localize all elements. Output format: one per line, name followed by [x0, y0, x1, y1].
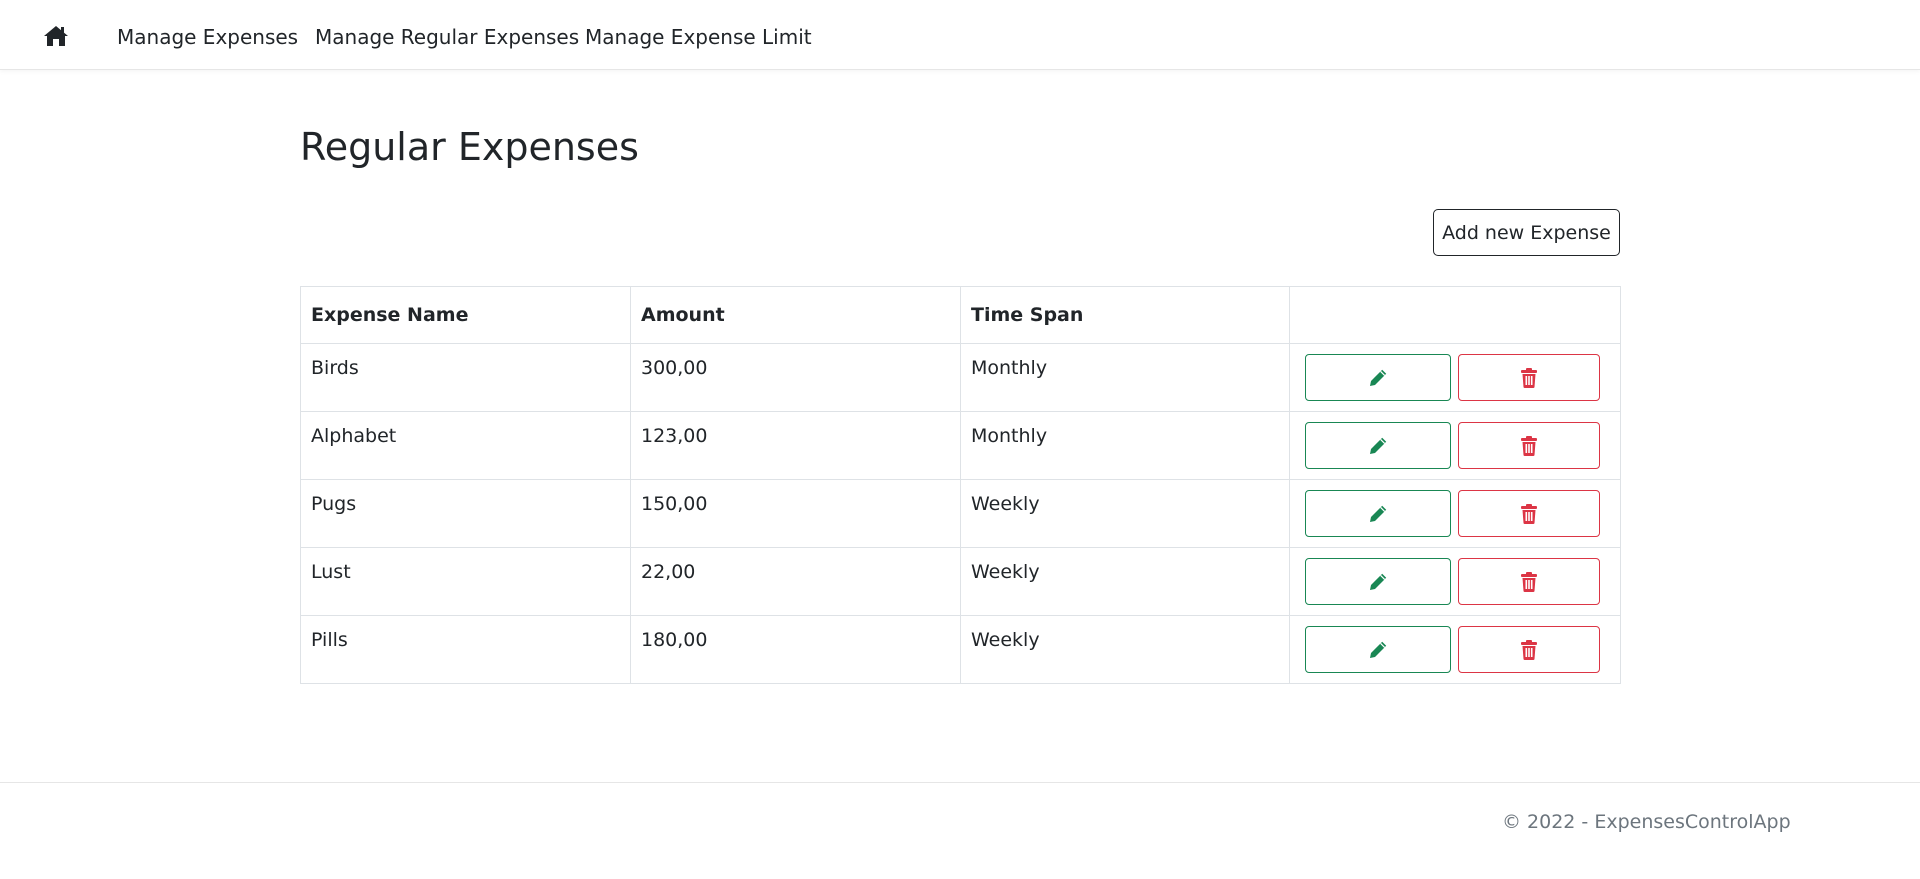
- pencil-icon: [1306, 504, 1450, 524]
- nav-link-manage-regular-expenses[interactable]: Manage Regular Expenses: [315, 0, 579, 70]
- time-span-cell: Monthly: [960, 343, 1290, 412]
- time-span-cell: Weekly: [960, 615, 1290, 684]
- table-row: Pills 180,00 Weekly: [300, 615, 1621, 684]
- delete-expense-button[interactable]: [1458, 354, 1600, 401]
- home-icon-graphic: [44, 26, 68, 46]
- table-header-row: Expense Name Amount Time Span: [300, 286, 1621, 344]
- column-header-actions: [1289, 286, 1621, 344]
- copyright-text: © 2022 - ExpensesControlApp: [1502, 811, 1791, 833]
- column-header-amount: Amount: [630, 286, 961, 344]
- expense-name-cell: Pugs: [300, 479, 631, 548]
- column-header-time-span: Time Span: [960, 286, 1290, 344]
- expense-name-cell: Alphabet: [300, 411, 631, 480]
- time-span-cell: Weekly: [960, 479, 1290, 548]
- regular-expenses-table: Expense Name Amount Time Span Birds 300,0…: [300, 286, 1621, 684]
- amount-cell: 150,00: [630, 479, 961, 548]
- trash-icon: [1459, 639, 1599, 660]
- expense-name-cell: Birds: [300, 343, 631, 412]
- top-navbar: Manage Expenses Manage Regular Expenses …: [0, 0, 1920, 70]
- time-span-cell: Monthly: [960, 411, 1290, 480]
- delete-expense-button[interactable]: [1458, 422, 1600, 469]
- expense-name-cell: Lust: [300, 547, 631, 616]
- expense-name-cell: Pills: [300, 615, 631, 684]
- delete-expense-button[interactable]: [1458, 558, 1600, 605]
- amount-cell: 180,00: [630, 615, 961, 684]
- table-row: Birds 300,00 Monthly: [300, 343, 1621, 412]
- table-row: Pugs 150,00 Weekly: [300, 479, 1621, 548]
- table-row: Alphabet 123,00 Monthly: [300, 411, 1621, 480]
- edit-expense-button[interactable]: [1305, 626, 1451, 673]
- amount-cell: 22,00: [630, 547, 961, 616]
- trash-icon: [1459, 435, 1599, 456]
- pencil-icon: [1306, 572, 1450, 592]
- trash-icon: [1459, 503, 1599, 524]
- actions-cell: [1289, 411, 1621, 480]
- edit-expense-button[interactable]: [1305, 422, 1451, 469]
- trash-icon: [1459, 367, 1599, 388]
- edit-expense-button[interactable]: [1305, 354, 1451, 401]
- table-row: Lust 22,00 Weekly: [300, 547, 1621, 616]
- nav-link-manage-expense-limit[interactable]: Manage Expense Limit: [585, 0, 812, 70]
- actions-cell: [1289, 479, 1621, 548]
- page-footer: © 2022 - ExpensesControlApp: [0, 782, 1920, 879]
- pencil-icon: [1306, 368, 1450, 388]
- pencil-icon: [1306, 436, 1450, 456]
- home-icon[interactable]: [43, 25, 69, 47]
- amount-cell: 300,00: [630, 343, 961, 412]
- actions-cell: [1289, 547, 1621, 616]
- edit-expense-button[interactable]: [1305, 558, 1451, 605]
- page-title: Regular Expenses: [300, 125, 639, 169]
- delete-expense-button[interactable]: [1458, 490, 1600, 537]
- amount-cell: 123,00: [630, 411, 961, 480]
- edit-expense-button[interactable]: [1305, 490, 1451, 537]
- nav-link-manage-expenses[interactable]: Manage Expenses: [117, 0, 298, 70]
- column-header-expense-name: Expense Name: [300, 286, 631, 344]
- pencil-icon: [1306, 640, 1450, 660]
- time-span-cell: Weekly: [960, 547, 1290, 616]
- actions-cell: [1289, 343, 1621, 412]
- add-expense-button[interactable]: Add new Expense: [1433, 209, 1620, 256]
- trash-icon: [1459, 571, 1599, 592]
- actions-cell: [1289, 615, 1621, 684]
- delete-expense-button[interactable]: [1458, 626, 1600, 673]
